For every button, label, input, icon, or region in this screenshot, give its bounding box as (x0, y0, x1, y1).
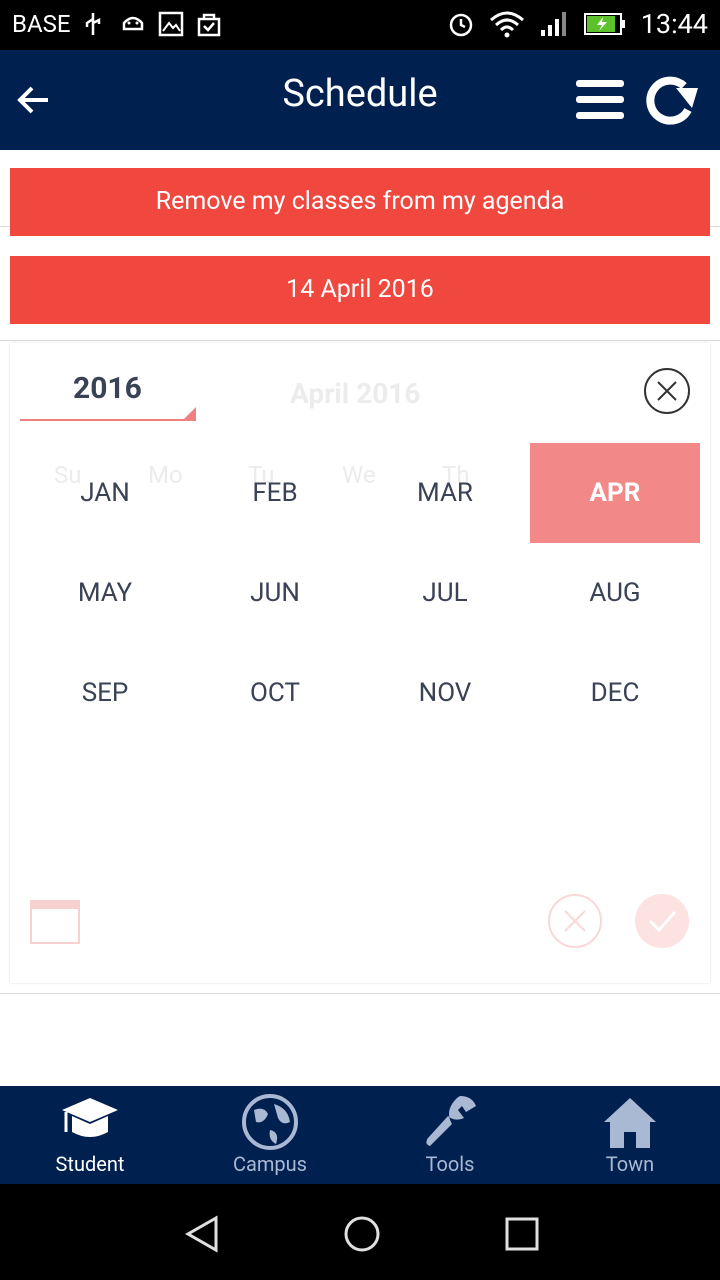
nav-town[interactable]: Town (540, 1086, 720, 1184)
month-cell[interactable]: NOV (360, 643, 530, 743)
bottom-navigation: Student Campus Tools Town (0, 1086, 720, 1184)
nav-label: Student (55, 1152, 125, 1176)
wifi-icon (489, 11, 524, 38)
month-cell[interactable]: FEB (190, 443, 360, 543)
month-cell[interactable]: OCT (190, 643, 360, 743)
month-cell[interactable]: JAN (20, 443, 190, 543)
confirm-icon (635, 894, 689, 948)
selected-date-button[interactable]: 14 April 2016 (10, 256, 710, 324)
divider (0, 993, 720, 994)
month-picker-dialog: April 2016 Su Mo Tu We Th 2016 JAN FEB M… (10, 343, 710, 983)
refresh-icon[interactable] (640, 72, 700, 128)
month-cell[interactable]: MAY (20, 543, 190, 643)
home-nav-icon[interactable] (342, 1214, 382, 1254)
home-icon (604, 1098, 656, 1148)
nav-campus[interactable]: Campus (180, 1086, 360, 1184)
month-cell[interactable]: AUG (530, 543, 700, 643)
month-cell[interactable]: JUN (190, 543, 360, 643)
usb-icon (82, 11, 108, 37)
recents-nav-icon[interactable] (502, 1214, 542, 1254)
nav-tools[interactable]: Tools (360, 1086, 540, 1184)
clock: 13:44 (640, 8, 708, 40)
carrier-label: BASE (12, 10, 71, 38)
dropdown-indicator-icon (184, 407, 196, 419)
month-cell[interactable]: MAR (360, 443, 530, 543)
image-icon (158, 11, 184, 37)
nav-label: Campus (232, 1152, 307, 1176)
back-nav-icon[interactable] (182, 1214, 222, 1254)
android-icon (120, 11, 146, 37)
app-bar: Schedule (0, 50, 720, 150)
close-icon (657, 381, 677, 401)
nav-student[interactable]: Student (0, 1086, 180, 1184)
status-right: 13:44 (447, 8, 708, 40)
alarm-icon (449, 13, 472, 37)
cancel-icon (548, 894, 602, 948)
menu-icon[interactable] (576, 78, 624, 122)
ghost-month-title: April 2016 (290, 377, 421, 410)
month-cell[interactable]: DEC (530, 643, 700, 743)
nav-label: Tools (425, 1152, 475, 1176)
month-cell[interactable]: SEP (20, 643, 190, 743)
calendar-icon (30, 900, 80, 944)
year-selector[interactable]: 2016 (73, 371, 142, 406)
graduation-cap-icon (62, 1098, 118, 1137)
month-cell[interactable]: JUL (360, 543, 530, 643)
nav-label: Town (605, 1152, 655, 1176)
close-picker-button[interactable] (644, 368, 690, 414)
globe-icon (242, 1094, 298, 1150)
status-bar: BASE 13:44 (0, 0, 720, 50)
store-icon (196, 11, 222, 37)
remove-classes-button[interactable]: Remove my classes from my agenda (10, 168, 710, 236)
divider (0, 340, 720, 341)
year-underline (20, 419, 196, 421)
month-cell-selected[interactable]: APR (530, 443, 700, 543)
system-navigation-bar (0, 1184, 720, 1280)
wrench-icon (426, 1096, 476, 1146)
signal-icon (540, 12, 566, 36)
notification-icons (82, 11, 222, 37)
battery-icon (583, 13, 625, 35)
